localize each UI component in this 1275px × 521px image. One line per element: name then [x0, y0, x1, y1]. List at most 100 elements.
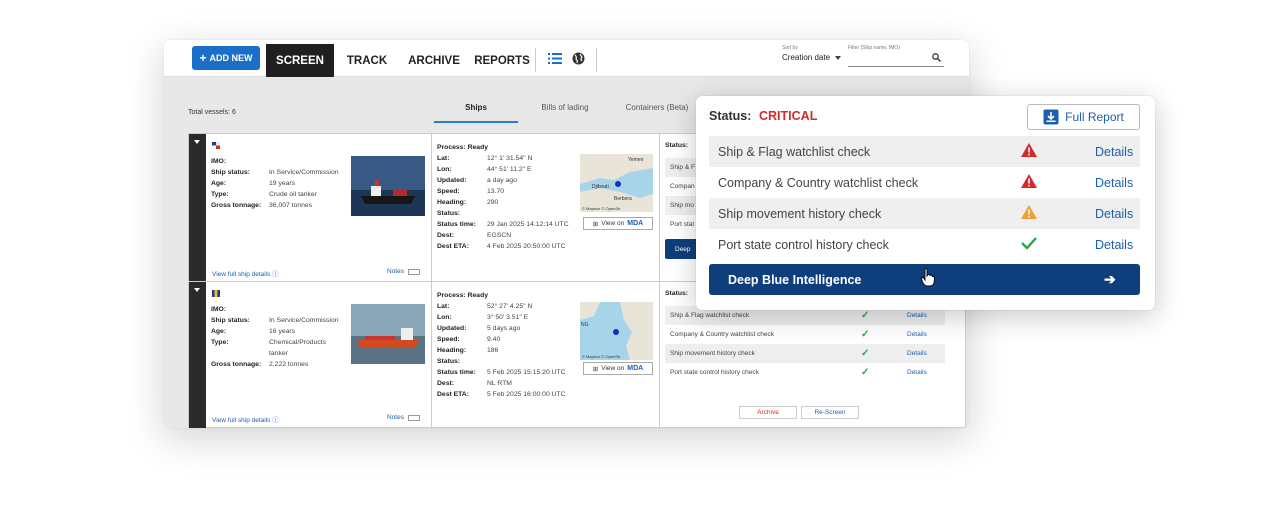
popup-status-value: CRITICAL — [759, 109, 818, 123]
detail-label: Lon: — [437, 314, 452, 321]
hand-cursor-icon — [921, 268, 935, 287]
field-label: Age: — [211, 180, 227, 187]
field-label: Gross tonnage: — [211, 361, 262, 368]
arrow-right-icon: ➔ — [1104, 271, 1116, 287]
tab-track[interactable]: TRACK — [342, 44, 392, 77]
details-link[interactable]: Details — [1095, 176, 1133, 190]
imo-label: IMO: — [211, 306, 227, 313]
tab-bills-of-lading[interactable]: Bills of lading — [518, 103, 612, 123]
field-value: 2,222 tonnes — [269, 361, 309, 368]
detail-label: Updated: — [437, 325, 467, 332]
add-new-button[interactable]: + ADD NEW — [192, 46, 260, 70]
details-link[interactable]: Details — [1095, 238, 1133, 252]
details-link[interactable]: Details — [907, 369, 927, 376]
process-info: Process: Ready Lat: 12° 1' 31.54" N Lon: 4… — [437, 142, 569, 252]
notes-label: Notes — [387, 414, 404, 421]
details-link[interactable]: Details — [1095, 145, 1133, 159]
location-map[interactable]: Yemen Djibouti Berbera © Mapbox © OpenSt… — [580, 154, 653, 212]
full-report-button[interactable]: Full Report — [1027, 104, 1140, 130]
notes-button[interactable]: Notes — [387, 414, 420, 421]
tab-containers[interactable]: Containers (Beta) — [612, 103, 702, 123]
filter-input[interactable]: Filter (Ship name, IMO) — [848, 45, 944, 67]
popup-status-label: Status: — [709, 109, 752, 123]
divider — [596, 48, 597, 72]
tab-reports[interactable]: REPORTS — [474, 44, 530, 77]
popup-check-row: Ship movement history check Details — [709, 198, 1140, 229]
tab-ships[interactable]: Ships — [434, 103, 518, 123]
tab-archive[interactable]: ARCHIVE — [408, 44, 460, 77]
detail-label: Updated: — [437, 177, 467, 184]
detail-value: 186 — [487, 347, 499, 354]
sort-by-select[interactable]: Sort by Creation date — [782, 45, 842, 62]
view-on-mda-button[interactable]: ⊞ View on MDA — [583, 217, 653, 230]
view-full-ship-details-link[interactable]: View full ship details ⓘ — [212, 414, 279, 424]
popup-check-row: Company & Country watchlist check Detail… — [709, 167, 1140, 198]
detail-label: Dest: — [437, 232, 454, 239]
detail-label: Dest ETA: — [437, 243, 469, 250]
check-row: Company & Country watchlist check ✓ Detail… — [665, 325, 945, 344]
view-on-label: View on — [601, 220, 625, 227]
detail-label: Status time: — [437, 221, 476, 228]
detail-value: 3° 50' 3.51" E — [487, 314, 529, 321]
check-icon: ✓ — [861, 310, 870, 321]
list-view-icon[interactable] — [548, 53, 562, 64]
detail-label: Status time: — [437, 369, 476, 376]
location-map[interactable]: NG © Mapbox © OpenStr — [580, 302, 653, 360]
row-toggle[interactable] — [189, 282, 206, 428]
detail-value: 29 Jan 2025 14:12:14 UTC — [487, 221, 569, 228]
detail-value: 13.70 — [487, 188, 505, 195]
info-icon: ⓘ — [272, 417, 279, 424]
row-toggle[interactable] — [189, 134, 206, 281]
chevron-down-icon — [835, 55, 842, 60]
detail-label: Status: — [437, 210, 461, 217]
mda-logo: MDA — [627, 220, 644, 227]
field-label: Age: — [211, 328, 227, 335]
divider — [431, 282, 432, 428]
check-label: Port state control history check — [670, 369, 759, 376]
divider — [659, 134, 660, 281]
popup-check-row: Port state control history check Details — [709, 229, 1140, 260]
status-label: Status: — [665, 290, 689, 297]
status-popup: Status: CRITICAL Full Report Ship & Flag… — [696, 96, 1155, 310]
notes-box — [407, 268, 420, 275]
archive-button[interactable]: Archive — [739, 406, 797, 419]
map-attribution: © Mapbox © OpenStr — [582, 206, 621, 211]
popup-check-row: Ship & Flag watchlist check Details — [709, 136, 1140, 167]
deep-blue-intelligence-button[interactable]: Deep Blue Intelligence ➔ — [709, 264, 1140, 295]
field-value: Crude oil tanker — [269, 191, 317, 198]
detail-label: Dest ETA: — [437, 391, 469, 398]
field-label: Ship status: — [211, 169, 250, 176]
process-info: Process: Ready Lat: 52° 27' 4.25" N Lon: 3… — [437, 290, 566, 400]
search-icon[interactable] — [932, 53, 941, 62]
detail-value: 5 days ago — [487, 325, 521, 332]
check-label: Ship movement history check — [670, 350, 755, 357]
detail-value: 12° 1' 31.54" N — [487, 155, 533, 162]
tab-screen[interactable]: SCREEN — [266, 44, 334, 77]
warning-icon — [1021, 205, 1037, 219]
view-on-label: View on — [601, 365, 625, 372]
divider — [659, 282, 660, 428]
divider — [431, 134, 432, 281]
globe-icon[interactable] — [572, 52, 585, 65]
check-row: Ship movement history check ✓ Details — [665, 344, 945, 363]
view-full-ship-details-link[interactable]: View full ship details ⓘ — [212, 268, 279, 278]
detail-value: 290 — [487, 199, 499, 206]
check-label: Ship & Flag watchlist check — [718, 144, 871, 159]
details-link[interactable]: Details — [907, 331, 927, 338]
vessel-info: IMO: Ship status: In Service/Commission A… — [211, 156, 339, 211]
view-on-mda-button[interactable]: ⊞ View on MDA — [583, 362, 653, 375]
detail-label: Heading: — [437, 199, 467, 206]
field-label: Gross tonnage: — [211, 202, 262, 209]
details-link[interactable]: Details — [1095, 207, 1133, 221]
details-link[interactable]: Details — [907, 350, 927, 357]
details-link[interactable]: Details — [907, 312, 927, 319]
detail-label: Dest: — [437, 380, 454, 387]
critical-warning-icon — [1021, 174, 1037, 188]
notes-box — [407, 414, 420, 421]
ship-photo — [351, 304, 425, 364]
rescreen-button[interactable]: Re-Screen — [801, 406, 859, 419]
check-label: Ship movement history check — [718, 206, 882, 221]
plus-icon: + — [199, 51, 207, 65]
check-icon: ✓ — [861, 329, 870, 340]
notes-button[interactable]: Notes — [387, 268, 420, 275]
